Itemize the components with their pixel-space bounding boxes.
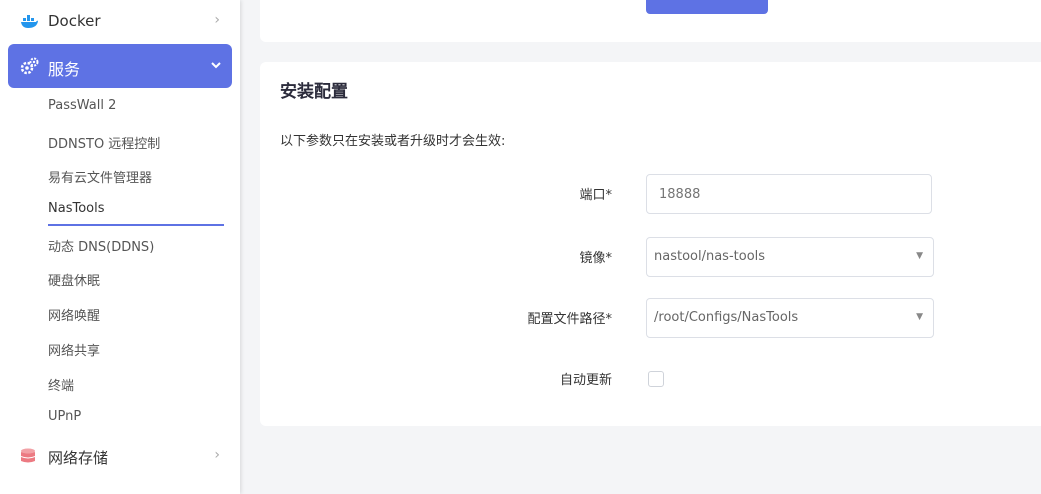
image-select-value: nastool/nas-tools (654, 249, 766, 264)
nav-item-label: 服务 (48, 60, 81, 79)
gears-icon (20, 57, 40, 79)
sub-item-terminal[interactable]: 终端 (48, 375, 74, 394)
caret-down-icon: ▼ (916, 312, 923, 322)
docker-icon (20, 14, 38, 33)
caret-down-icon: ▼ (916, 251, 923, 261)
sub-item-nastools[interactable]: NasTools (48, 201, 105, 216)
chevron-down-icon (210, 56, 222, 75)
port-input[interactable] (646, 174, 932, 214)
card-title: 安装配置 (280, 82, 348, 102)
nav-item-services[interactable]: 服务 (8, 44, 232, 88)
nav-item-nas[interactable]: 网络存储 › (0, 440, 240, 476)
sub-item-ddns[interactable]: 动态 DNS(DDNS) (48, 236, 154, 255)
nav-item-label: Docker (48, 12, 101, 30)
sub-item-samba[interactable]: 网络共享 (48, 340, 100, 359)
sidebar: Docker › 服务 PassWall 2 DDNSTO 远程控制 易有云文件… (0, 0, 240, 494)
port-label: 端口* (579, 188, 612, 203)
sub-item-hd-idle[interactable]: 硬盘休眠 (48, 270, 100, 289)
config-path-select[interactable]: /root/Configs/NasTools ▼ (646, 298, 934, 338)
submit-button[interactable] (646, 0, 768, 14)
auto-update-checkbox[interactable] (648, 371, 664, 387)
image-label: 镜像* (579, 251, 612, 266)
selected-indicator (48, 224, 224, 226)
config-path-value: /root/Configs/NasTools (654, 310, 799, 325)
sub-item-linkease[interactable]: 易有云文件管理器 (48, 167, 152, 186)
nav-item-label: 网络存储 (48, 449, 109, 467)
sub-item-upnp[interactable]: UPnP (48, 409, 81, 424)
sub-item-ddnsto[interactable]: DDNSTO 远程控制 (48, 133, 160, 152)
sub-item-wol[interactable]: 网络唤醒 (48, 305, 100, 324)
chevron-right-icon: › (214, 12, 220, 28)
chevron-right-icon: › (214, 447, 220, 463)
sub-item-passwall[interactable]: PassWall 2 (48, 98, 116, 113)
config-path-label: 配置文件路径* (527, 312, 612, 327)
nav-item-docker[interactable]: Docker › (0, 0, 240, 42)
database-icon (20, 448, 36, 470)
auto-update-label: 自动更新 (559, 373, 612, 388)
image-select[interactable]: nastool/nas-tools ▼ (646, 237, 934, 277)
card-description: 以下参数只在安装或者升级时才会生效: (280, 134, 506, 149)
